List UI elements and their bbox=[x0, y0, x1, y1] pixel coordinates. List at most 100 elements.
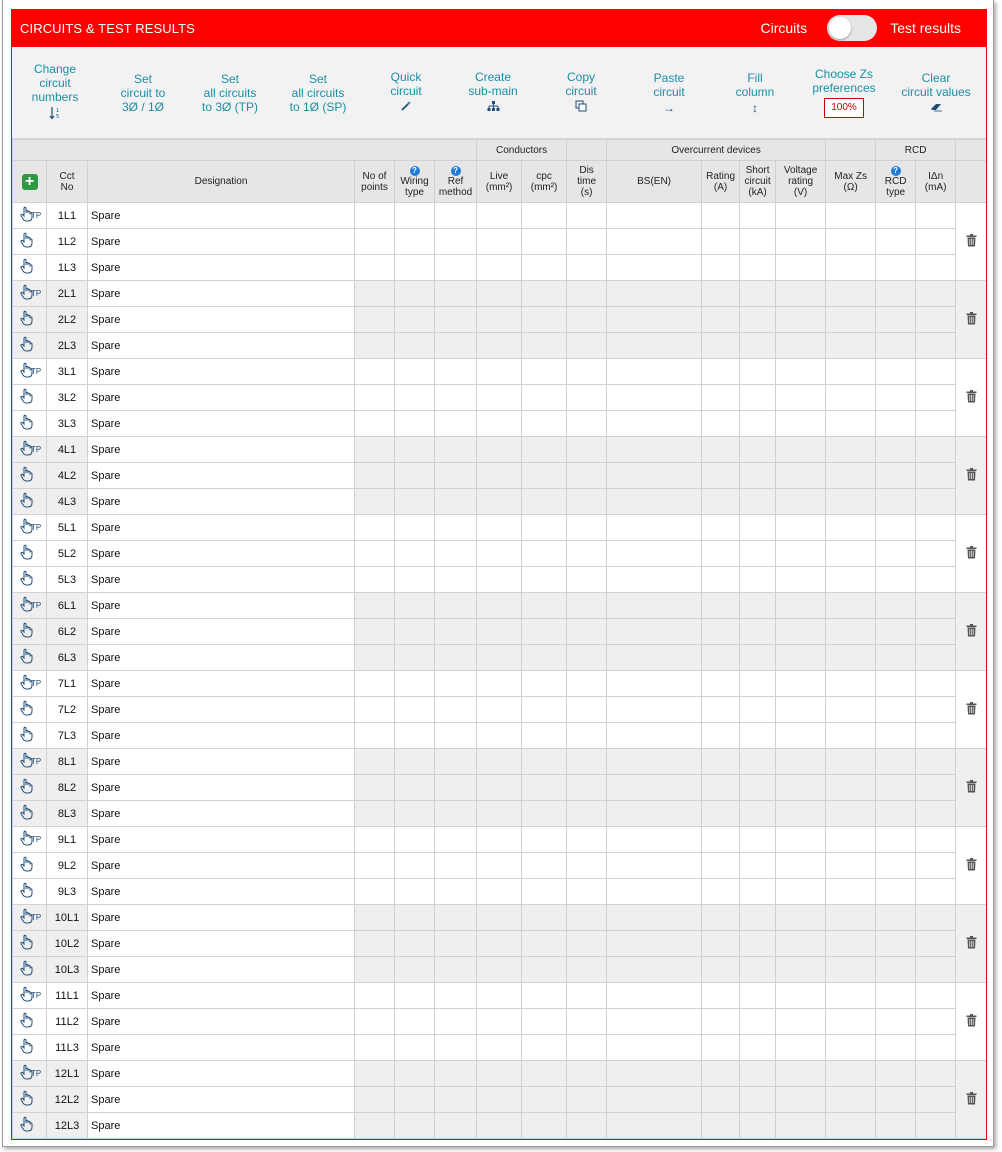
idn-input[interactable] bbox=[915, 410, 957, 437]
dis-time-input[interactable] bbox=[566, 982, 608, 1009]
hand-pointer-icon[interactable] bbox=[19, 232, 33, 251]
voltage-rating-input[interactable] bbox=[775, 1112, 827, 1139]
live-input[interactable] bbox=[476, 332, 523, 359]
wiring-type-input[interactable] bbox=[394, 332, 435, 359]
voltage-rating-input[interactable] bbox=[775, 488, 827, 515]
voltage-rating-input[interactable] bbox=[775, 722, 827, 749]
dis-time-input[interactable] bbox=[566, 930, 608, 957]
max-zs-input[interactable] bbox=[825, 618, 877, 645]
bs-en-input[interactable] bbox=[606, 202, 703, 229]
designation-input[interactable]: Spare bbox=[87, 1034, 355, 1061]
rcd-type-input[interactable] bbox=[875, 384, 917, 411]
idn-input[interactable] bbox=[915, 1034, 957, 1061]
designation-input[interactable]: Spare bbox=[87, 748, 355, 775]
max-zs-input[interactable] bbox=[825, 670, 877, 697]
designation-input[interactable]: Spare bbox=[87, 384, 355, 411]
rcd-type-input[interactable] bbox=[875, 592, 917, 619]
voltage-rating-input[interactable] bbox=[775, 358, 827, 385]
bs-en-input[interactable] bbox=[606, 280, 703, 307]
max-zs-input[interactable] bbox=[825, 982, 877, 1009]
idn-input[interactable] bbox=[915, 280, 957, 307]
voltage-rating-input[interactable] bbox=[775, 956, 827, 983]
select-circuit-cell[interactable]: TP bbox=[12, 358, 47, 385]
no-points-input[interactable] bbox=[354, 722, 395, 749]
voltage-rating-input[interactable] bbox=[775, 280, 827, 307]
wiring-type-input[interactable] bbox=[394, 800, 435, 827]
idn-input[interactable] bbox=[915, 1008, 957, 1035]
short-circuit-input[interactable] bbox=[739, 592, 777, 619]
live-input[interactable] bbox=[476, 488, 523, 515]
wiring-type-input[interactable] bbox=[394, 982, 435, 1009]
cpc-input[interactable] bbox=[521, 878, 568, 905]
wiring-type-input[interactable] bbox=[394, 358, 435, 385]
rating-input[interactable] bbox=[701, 826, 741, 853]
dis-time-input[interactable] bbox=[566, 488, 608, 515]
voltage-rating-input[interactable] bbox=[775, 306, 827, 333]
help-icon[interactable]: ? bbox=[450, 166, 461, 176]
voltage-rating-input[interactable] bbox=[775, 202, 827, 229]
hand-pointer-icon[interactable] bbox=[19, 778, 33, 797]
dis-time-input[interactable] bbox=[566, 1112, 608, 1139]
bs-en-input[interactable] bbox=[606, 228, 703, 255]
no-points-input[interactable] bbox=[354, 1086, 395, 1113]
bs-en-input[interactable] bbox=[606, 254, 703, 281]
bs-en-input[interactable] bbox=[606, 514, 703, 541]
dis-time-input[interactable] bbox=[566, 202, 608, 229]
idn-input[interactable] bbox=[915, 566, 957, 593]
hand-pointer-icon[interactable] bbox=[19, 258, 33, 277]
idn-input[interactable] bbox=[915, 1060, 957, 1087]
rating-input[interactable] bbox=[701, 280, 741, 307]
wiring-type-input[interactable] bbox=[394, 540, 435, 567]
voltage-rating-input[interactable] bbox=[775, 1034, 827, 1061]
dis-time-input[interactable] bbox=[566, 800, 608, 827]
idn-input[interactable] bbox=[915, 254, 957, 281]
live-input[interactable] bbox=[476, 436, 523, 463]
no-points-input[interactable] bbox=[354, 618, 395, 645]
ref-method-input[interactable] bbox=[433, 644, 478, 671]
rating-input[interactable] bbox=[701, 878, 741, 905]
rating-input[interactable] bbox=[701, 774, 741, 801]
select-circuit-cell[interactable] bbox=[12, 566, 47, 593]
max-zs-input[interactable] bbox=[825, 358, 877, 385]
cpc-input[interactable] bbox=[521, 1112, 568, 1139]
rcd-type-input[interactable] bbox=[875, 1008, 917, 1035]
live-input[interactable] bbox=[476, 618, 523, 645]
idn-input[interactable] bbox=[915, 202, 957, 229]
select-circuit-cell[interactable]: TP bbox=[12, 982, 47, 1009]
hand-pointer-icon[interactable] bbox=[19, 804, 33, 823]
rating-input[interactable] bbox=[701, 618, 741, 645]
voltage-rating-input[interactable] bbox=[775, 228, 827, 255]
quick-circuit-button[interactable]: Quick circuit bbox=[376, 47, 436, 138]
ref-method-input[interactable] bbox=[433, 696, 478, 723]
ref-method-input[interactable] bbox=[433, 1034, 478, 1061]
live-input[interactable] bbox=[476, 748, 523, 775]
no-points-input[interactable] bbox=[354, 592, 395, 619]
bs-en-input[interactable] bbox=[606, 826, 703, 853]
no-points-input[interactable] bbox=[354, 280, 395, 307]
dis-time-input[interactable] bbox=[566, 332, 608, 359]
voltage-rating-input[interactable] bbox=[775, 384, 827, 411]
ref-method-input[interactable] bbox=[433, 332, 478, 359]
max-zs-input[interactable] bbox=[825, 410, 877, 437]
max-zs-input[interactable] bbox=[825, 436, 877, 463]
voltage-rating-input[interactable] bbox=[775, 566, 827, 593]
rating-input[interactable] bbox=[701, 436, 741, 463]
rcd-type-input[interactable] bbox=[875, 774, 917, 801]
hand-pointer-icon[interactable] bbox=[19, 388, 33, 407]
short-circuit-input[interactable] bbox=[739, 1112, 777, 1139]
bs-en-input[interactable] bbox=[606, 722, 703, 749]
designation-input[interactable]: Spare bbox=[87, 644, 355, 671]
cpc-input[interactable] bbox=[521, 852, 568, 879]
bs-en-input[interactable] bbox=[606, 852, 703, 879]
ref-method-input[interactable] bbox=[433, 280, 478, 307]
delete-circuit-button[interactable] bbox=[955, 670, 986, 749]
bs-en-input[interactable] bbox=[606, 696, 703, 723]
dis-time-input[interactable] bbox=[566, 852, 608, 879]
hand-pointer-icon[interactable] bbox=[19, 492, 33, 511]
ref-method-input[interactable] bbox=[433, 956, 478, 983]
short-circuit-input[interactable] bbox=[739, 540, 777, 567]
designation-input[interactable]: Spare bbox=[87, 670, 355, 697]
short-circuit-input[interactable] bbox=[739, 1060, 777, 1087]
ref-method-input[interactable] bbox=[433, 1086, 478, 1113]
no-points-input[interactable] bbox=[354, 696, 395, 723]
